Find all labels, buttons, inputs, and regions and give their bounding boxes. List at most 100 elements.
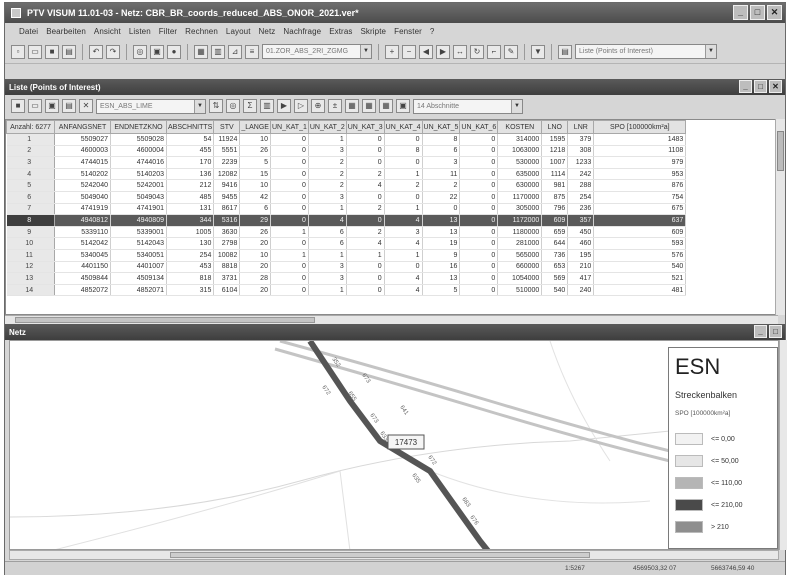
scroll-thumb[interactable]	[170, 552, 590, 558]
table-cell[interactable]: 5340045	[54, 249, 111, 262]
table-cell[interactable]: 5140202	[54, 168, 111, 181]
table-cell[interactable]: 240	[567, 284, 595, 297]
table-cell[interactable]: 0	[346, 133, 385, 146]
column-header[interactable]: ENDNETZKNO	[110, 120, 167, 134]
table-cell[interactable]: 0	[270, 203, 309, 216]
menu-ansicht[interactable]: Ansicht	[94, 27, 121, 36]
table-cell[interactable]: 0	[422, 203, 461, 216]
table-cell[interactable]: 3	[422, 156, 461, 169]
table-cell[interactable]: 5049040	[54, 191, 111, 204]
table-cell[interactable]: 0	[270, 261, 309, 274]
table-cell[interactable]: 1	[384, 168, 423, 181]
table-row[interactable]: 5 5242040 5242001 212 9416 10 0 2 4 2 2 0 630000 981 2…	[6, 179, 687, 192]
table-cell[interactable]: 5	[422, 284, 461, 297]
table-cell[interactable]: 4852071	[110, 284, 167, 297]
list-icon[interactable]: ▥	[211, 44, 225, 59]
minimize-button[interactable]: _	[733, 5, 748, 20]
menu-listen[interactable]: Listen	[129, 27, 151, 36]
table-cell[interactable]: 20	[239, 284, 271, 297]
new-icon[interactable]: ▫	[11, 44, 25, 59]
table-cell[interactable]: 10082	[213, 249, 241, 262]
table-cell[interactable]: 4940809	[110, 214, 167, 227]
table-cell[interactable]: 2	[308, 156, 347, 169]
table-cell[interactable]: 10	[239, 179, 271, 192]
table-cell[interactable]: 659	[541, 226, 569, 239]
table-cell[interactable]: 0	[459, 191, 499, 204]
table-cell[interactable]: 4	[346, 179, 385, 192]
list-open-icon[interactable]: ▭	[28, 99, 42, 113]
table-cell[interactable]: 16	[422, 261, 461, 274]
table-cell[interactable]: 10	[239, 133, 271, 146]
list-close-button[interactable]: ✕	[769, 80, 782, 93]
table-cell[interactable]: 130	[166, 237, 215, 250]
table-cell[interactable]: 4744015	[54, 156, 111, 169]
table-row[interactable]: 14 4852072 4852071 315 6104 20 0 1 0 4 5 0 510000 540…	[6, 284, 687, 297]
table-cell[interactable]: 0	[346, 272, 385, 285]
table-row[interactable]: 8 4940812 4940809 344 5316 29 0 4 0 4 13 0 1172000 60…	[6, 214, 687, 227]
table-cell[interactable]: 0	[346, 156, 385, 169]
info-icon[interactable]: ●	[167, 44, 181, 59]
table-cell[interactable]: 357	[567, 214, 595, 227]
table-cell[interactable]: 635000	[497, 168, 543, 181]
map-vertical-scrollbar[interactable]	[779, 340, 787, 550]
table-row[interactable]: 9 5339110 5339001 1005 3630 26 1 6 2 3 13 0 1180000 6…	[6, 226, 687, 239]
table-cell[interactable]: 0	[459, 179, 499, 192]
table-cell[interactable]: 0	[270, 179, 309, 192]
layer-combo[interactable]: 01.ZOR_ABS_2RI_ZGMG ▼	[262, 44, 372, 59]
table-cell[interactable]: 417	[567, 272, 595, 285]
table-cell[interactable]: 170	[166, 156, 215, 169]
table-cell[interactable]: 0	[459, 145, 499, 158]
maximize-button[interactable]: □	[750, 5, 765, 20]
scroll-thumb[interactable]	[15, 317, 315, 323]
table-row[interactable]: 11 5340045 5340051 254 10082 10 1 1 1 1 9 0 565000 73…	[6, 249, 687, 262]
table-cell[interactable]: 12082	[213, 168, 241, 181]
table-cell[interactable]: 4600003	[54, 145, 111, 158]
table-cell[interactable]: 6104	[213, 284, 241, 297]
table-cell[interactable]: 236	[567, 203, 595, 216]
table-cell[interactable]: 818	[166, 272, 215, 285]
table-cell[interactable]: 9455	[213, 191, 241, 204]
redo-icon[interactable]: ↷	[106, 44, 120, 59]
table-cell[interactable]: 5340051	[110, 249, 167, 262]
table-cell[interactable]: 254	[567, 191, 595, 204]
network-map[interactable]: 352 673 672 655 673 641 633 672 635 683 676 17473 …	[9, 340, 779, 550]
table-cell[interactable]: 0	[459, 249, 499, 262]
table-row[interactable]: 1 5509027 5509028 54 11924 10 0 1 0 0 8 0 314000 1595…	[6, 133, 687, 146]
table-cell[interactable]: 4852072	[54, 284, 111, 297]
table-cell[interactable]: 0	[459, 237, 499, 250]
table-cell[interactable]: 455	[166, 145, 215, 158]
pan-right-icon[interactable]: ▶	[436, 44, 450, 59]
column-icon[interactable]: ▥	[260, 99, 274, 113]
column-header[interactable]: ANFANGSNET	[54, 120, 111, 134]
table-cell[interactable]: 0	[270, 191, 309, 204]
edit-icon[interactable]: ✎	[504, 44, 518, 59]
table-cell[interactable]: 1	[308, 284, 347, 297]
table-cell[interactable]: 5316	[213, 214, 241, 227]
binoculars-icon[interactable]: ◎	[226, 99, 240, 113]
open-icon[interactable]: ▭	[28, 44, 42, 59]
scroll-thumb[interactable]	[777, 131, 784, 171]
column-header[interactable]: UN_KAT_4	[383, 120, 423, 134]
table-cell[interactable]: 308	[567, 145, 595, 158]
table-cell[interactable]: 20	[239, 237, 271, 250]
table-cell[interactable]: 19	[422, 237, 461, 250]
menu-nachfrage[interactable]: Nachfrage	[283, 27, 321, 36]
table-cell[interactable]: 2	[308, 179, 347, 192]
row-number[interactable]: 4	[6, 168, 55, 181]
table-cell[interactable]: 0	[384, 261, 423, 274]
table-cell[interactable]: 42	[239, 191, 271, 204]
refresh-icon[interactable]: ↻	[470, 44, 484, 59]
table-row[interactable]: 13 4509844 4509134 818 3731 28 0 3 0 4 13 0 1054000 5…	[6, 272, 687, 285]
zoom-out-icon[interactable]: −	[402, 44, 416, 59]
table-cell[interactable]: 1054000	[497, 272, 543, 285]
table-cell[interactable]: 0	[384, 191, 423, 204]
column-header[interactable]: LNR	[567, 120, 595, 134]
table-row[interactable]: 6 5049040 5049043 485 9455 42 0 3 0 0 22 0 1170000 87…	[6, 191, 687, 204]
table-cell[interactable]: 5140203	[110, 168, 167, 181]
table-cell[interactable]: 288	[567, 179, 595, 192]
table-cell[interactable]: 0	[459, 272, 499, 285]
table-cell[interactable]: 0	[346, 191, 385, 204]
row-number[interactable]: 13	[6, 272, 55, 285]
binoculars-icon[interactable]: ◎	[133, 44, 147, 59]
menu-skripte[interactable]: Skripte	[360, 27, 386, 36]
